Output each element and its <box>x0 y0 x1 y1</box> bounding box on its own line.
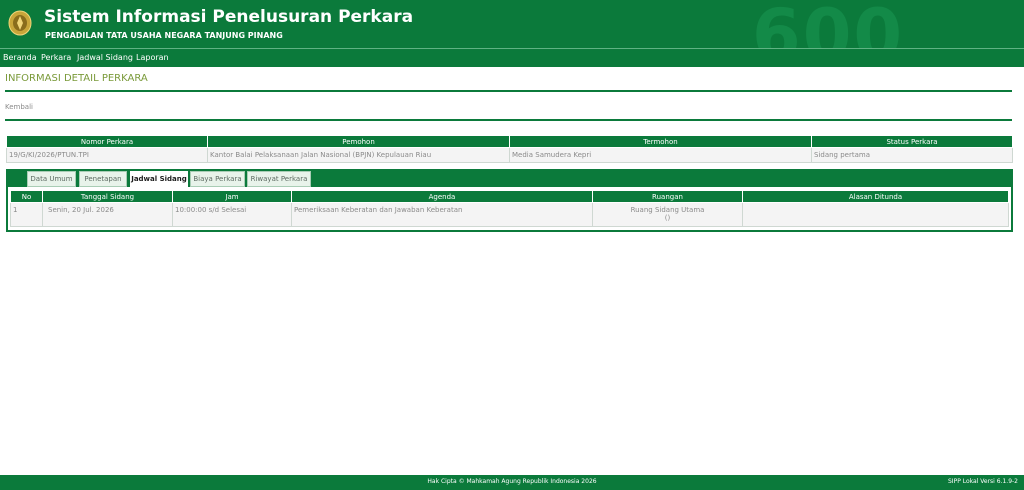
tab-penetapan[interactable]: Penetapan <box>79 171 127 187</box>
footer-copyright: Hak Cipta © Mahkamah Agung Republik Indo… <box>427 478 597 485</box>
nav-perkara[interactable]: Perkara <box>41 53 71 62</box>
heading-divider <box>5 90 1012 92</box>
tab-jadwal-sidang[interactable]: Jadwal Sidang <box>130 171 188 187</box>
schedule-room-extra: () <box>664 214 671 222</box>
header-watermark-number: 600 <box>752 0 905 48</box>
nav-jadwal-sidang[interactable]: Jadwal Sidang <box>77 53 133 62</box>
col-termohon: Termohon <box>509 135 812 148</box>
schedule-room-name: Ruang Sidang Utama <box>630 206 705 214</box>
col-nomor-perkara: Nomor Perkara <box>6 135 208 148</box>
court-emblem-icon <box>8 10 32 36</box>
table-row: 1 Senin, 20 Jul. 2026 10:00:00 s/d Seles… <box>10 202 1009 227</box>
tab-riwayat-perkara[interactable]: Riwayat Perkara <box>247 171 311 187</box>
case-number: 19/G/KI/2026/PTUN.TPI <box>6 147 208 163</box>
schedule-time: 10:00:00 s/d Selesai <box>172 202 292 227</box>
tab-biaya-perkara[interactable]: Biaya Perkara <box>190 171 245 187</box>
back-link[interactable]: Kembali <box>5 103 33 111</box>
tab-data-umum[interactable]: Data Umum <box>27 171 76 187</box>
col-tanggal-sidang: Tanggal Sidang <box>42 190 173 203</box>
section-divider <box>5 119 1012 121</box>
schedule-date: Senin, 20 Jul. 2026 <box>42 202 173 227</box>
col-status-perkara: Status Perkara <box>811 135 1013 148</box>
page-title: INFORMASI DETAIL PERKARA <box>5 73 148 84</box>
col-no: No <box>10 190 43 203</box>
col-alasan-ditunda: Alasan Ditunda <box>742 190 1009 203</box>
schedule-agenda: Pemeriksaan Keberatan dan Jawaban Kebera… <box>291 202 593 227</box>
col-ruangan: Ruangan <box>592 190 743 203</box>
app-subtitle: PENGADILAN TATA USAHA NEGARA TANJUNG PIN… <box>45 31 283 40</box>
app-header: 600 Sistem Informasi Penelusuran Perkara… <box>0 0 1024 48</box>
col-pemohon: Pemohon <box>207 135 510 148</box>
schedule-room: Ruang Sidang Utama () <box>592 202 743 227</box>
schedule-table: No Tanggal Sidang Jam Agenda Ruangan Ala… <box>10 190 1009 227</box>
nav-beranda[interactable]: Beranda <box>3 53 37 62</box>
col-agenda: Agenda <box>291 190 593 203</box>
col-jam: Jam <box>172 190 292 203</box>
detail-tab-panel: Data Umum Penetapan Jadwal Sidang Biaya … <box>6 169 1013 232</box>
schedule-no: 1 <box>10 202 43 227</box>
app-title: Sistem Informasi Penelusuran Perkara <box>44 7 414 27</box>
case-pemohon: Kantor Balai Pelaksanaan Jalan Nasional … <box>207 147 510 163</box>
case-termohon: Media Samudera Kepri <box>509 147 812 163</box>
case-status: Sidang pertama <box>811 147 1013 163</box>
app-footer: Hak Cipta © Mahkamah Agung Republik Indo… <box>0 475 1024 490</box>
schedule-panel: No Tanggal Sidang Jam Agenda Ruangan Ala… <box>8 187 1011 230</box>
case-info-table: Nomor Perkara Pemohon Termohon Status Pe… <box>6 135 1013 163</box>
table-row: 19/G/KI/2026/PTUN.TPI Kantor Balai Pelak… <box>6 147 1013 163</box>
nav-laporan[interactable]: Laporan <box>136 53 169 62</box>
schedule-postpone-reason <box>742 202 1009 227</box>
main-navbar: Beranda Perkara Jadwal Sidang Laporan <box>0 48 1024 67</box>
footer-version: SIPP Lokal Versi 6.1.9-2 <box>948 478 1018 485</box>
